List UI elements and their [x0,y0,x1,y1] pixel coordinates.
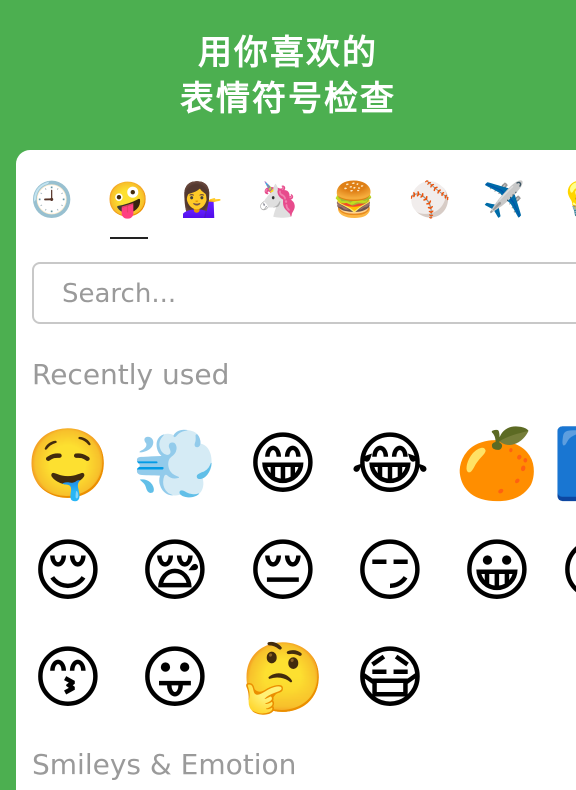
tab-objects-icon[interactable]: 💡 [558,178,576,222]
emoji-dashing-away[interactable]: 💨 [130,420,220,510]
emoji-grinning-face[interactable]: 😀 [452,527,542,617]
emoji-tongue-face[interactable]: 😛 [130,634,220,724]
tab-smileys-icon[interactable]: 🤪 [106,178,150,222]
emoji-pensive-face[interactable]: 😔 [238,527,328,617]
header-title-line-1: 用你喜欢的 [198,33,378,73]
tab-travel-icon[interactable]: ✈️ [482,178,526,222]
emoji-tears-of-joy[interactable]: 😂 [345,420,435,510]
active-tab-indicator [110,237,148,239]
category-tab-bar: 🕘 🤪 💁‍♀️ 🦄 🍔 ⚾ ✈️ 💡 [16,150,576,250]
emoji-thinking-face[interactable]: 🤔 [238,634,328,724]
emoji-beaming-face[interactable]: 😁 [238,420,328,510]
tab-animals-icon[interactable]: 🦄 [256,178,300,222]
emoji-kissing-face[interactable]: 😙 [23,634,113,724]
tab-people-icon[interactable]: 💁‍♀️ [180,178,224,222]
emoji-smirking-face[interactable]: 😏 [345,527,435,617]
emoji-picker-panel: 🕘 🤪 💁‍♀️ 🦄 🍔 ⚾ ✈️ 💡 Recently used 🤤 💨 😁 … [16,150,576,790]
search-input[interactable] [62,276,576,312]
section-title-recently-used: Recently used [32,358,230,391]
emoji-drooling-face[interactable]: 🤤 [23,420,113,510]
emoji-sleepy-face[interactable]: 😪 [130,527,220,617]
emoji-partial-blue[interactable]: 🟦 [550,420,576,510]
section-title-smileys: Smileys & Emotion [32,748,297,781]
emoji-smiling-eyes[interactable]: 😊 [550,527,576,617]
emoji-relieved-face[interactable]: 😌 [23,527,113,617]
tab-food-icon[interactable]: 🍔 [332,178,376,222]
tab-activity-icon[interactable]: ⚾ [408,178,452,222]
search-field[interactable] [32,262,576,324]
emoji-tangerine[interactable]: 🍊 [452,420,542,510]
tab-recent-icon[interactable]: 🕘 [30,178,74,222]
page-header: 用你喜欢的 表情符号检查 [0,0,576,150]
emoji-medical-mask[interactable]: 😷 [345,634,435,724]
header-title-line-2: 表情符号检查 [180,79,396,119]
